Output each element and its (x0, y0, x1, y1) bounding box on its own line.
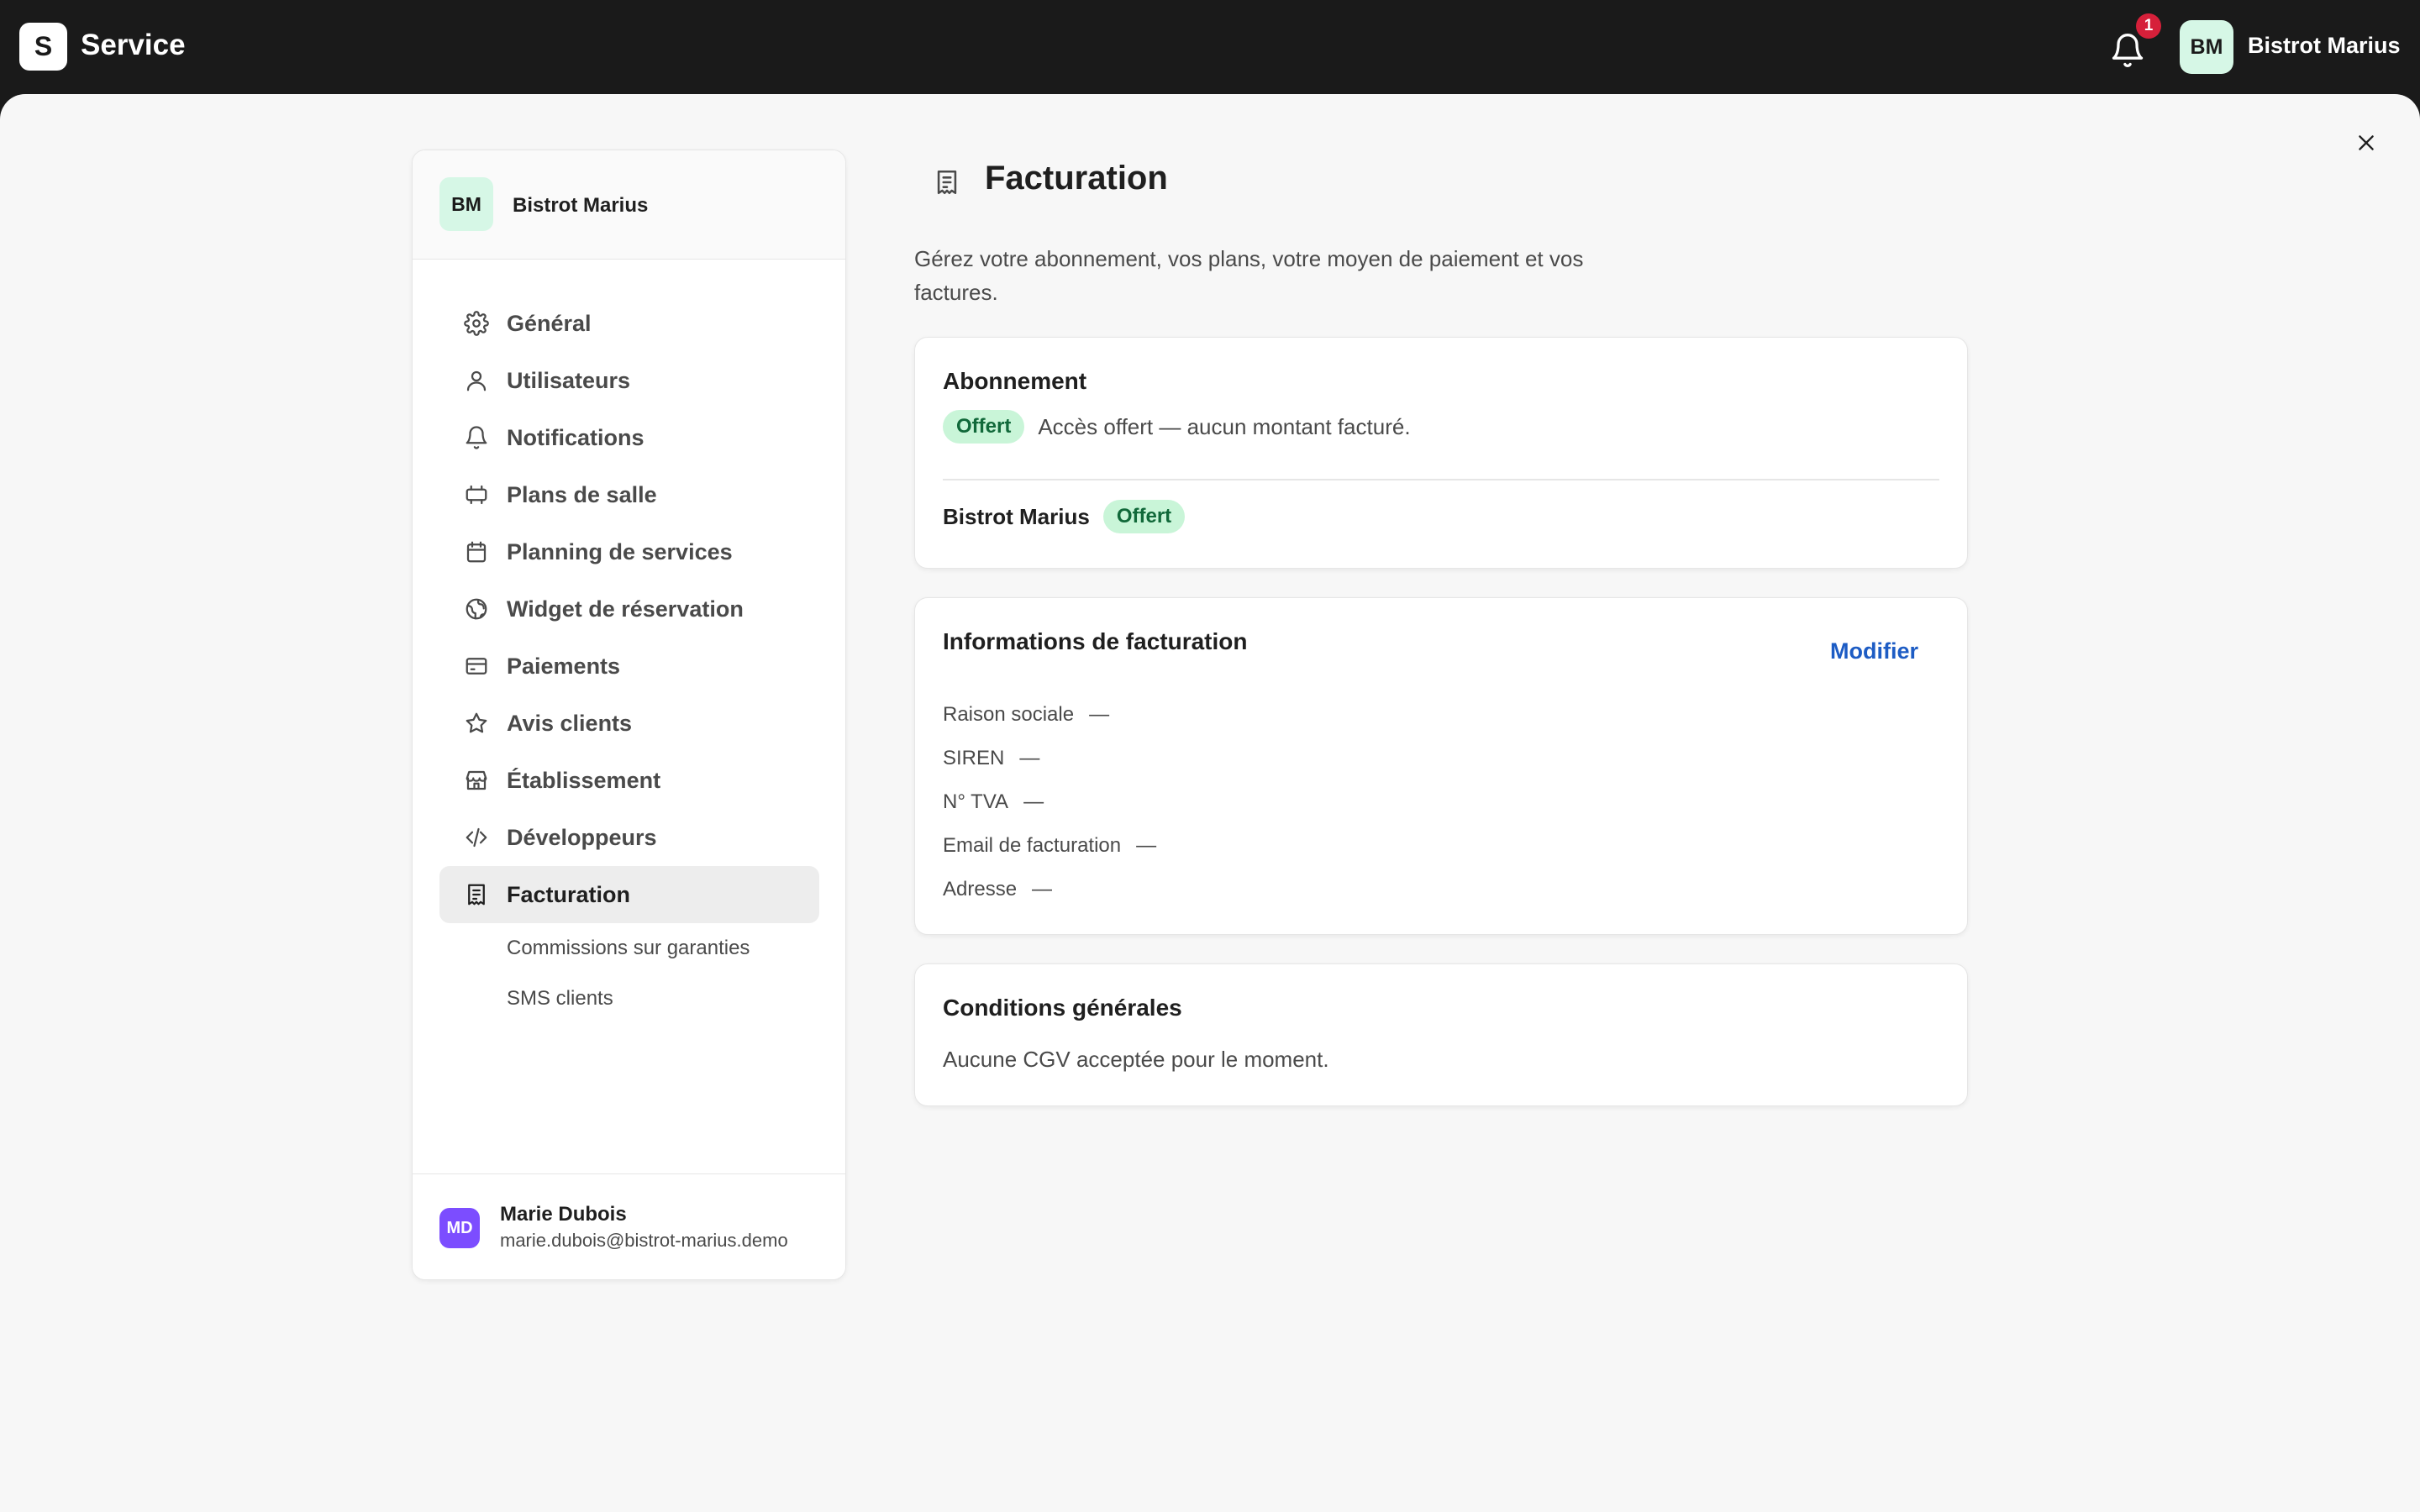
billing-info-card: Informations de facturation Modifier Rai… (914, 597, 1968, 935)
sidebar-item-label: Plans de salle (507, 481, 657, 507)
gear-icon (463, 310, 490, 337)
info-label: Adresse (943, 878, 1018, 900)
sidebar-item-payments[interactable]: Paiements (439, 638, 819, 695)
app-logo[interactable]: S (19, 23, 67, 71)
receipt-icon (463, 881, 490, 908)
sidebar-item-label: Établissement (507, 767, 661, 793)
settings-sidebar: BM Bistrot Marius Général Utilisateurs N… (412, 150, 846, 1280)
sidebar-header: BM Bistrot Marius (413, 150, 845, 260)
globe-icon (463, 596, 490, 622)
card-title: Abonnement (943, 368, 1087, 394)
receipt-icon (933, 168, 963, 198)
card-title: Conditions générales (943, 995, 1182, 1021)
user-name: Marie Dubois (500, 1203, 627, 1226)
info-label: Raison sociale (943, 703, 1075, 726)
sidebar-item-reviews[interactable]: Avis clients (439, 695, 819, 752)
terms-card: Conditions générales Aucune CGV acceptée… (914, 963, 1968, 1106)
card-title: Informations de facturation (943, 628, 1248, 654)
calendar-icon (463, 538, 490, 565)
sidebar-item-billing[interactable]: Facturation (439, 866, 819, 923)
info-row-address: Adresse — (943, 878, 1052, 901)
subscription-status: Offert Accès offert — aucun montant fact… (943, 410, 1411, 444)
app-name: Service (81, 29, 186, 61)
sidebar-subitem-label: Commissions sur garanties (507, 937, 750, 959)
sidebar-item-label: Utilisateurs (507, 367, 631, 393)
sidebar-item-label: Développeurs (507, 824, 657, 850)
table-icon (463, 481, 490, 508)
sidebar-item-users[interactable]: Utilisateurs (439, 352, 819, 409)
sidebar-item-booking-widget[interactable]: Widget de réservation (439, 580, 819, 638)
info-row-billing-email: Email de facturation — (943, 834, 1156, 858)
user-icon (463, 367, 490, 394)
sidebar-item-service-planning[interactable]: Planning de services (439, 523, 819, 580)
sidebar-subitem-sms[interactable]: SMS clients (439, 974, 819, 1024)
status-badge: Offert (943, 410, 1025, 444)
terms-text: Aucune CGV acceptée pour le moment. (943, 1047, 1329, 1072)
info-value: — (1136, 834, 1157, 857)
sidebar-subitem-label: SMS clients (507, 987, 613, 1010)
info-label: Email de facturation (943, 834, 1122, 857)
close-button[interactable] (2351, 128, 2381, 158)
user-avatar: MD (439, 1208, 480, 1248)
info-value: — (1023, 790, 1044, 813)
account-name[interactable]: Bistrot Marius (2248, 33, 2401, 59)
top-bar: S Service 1 BM Bistrot Marius (0, 0, 2420, 94)
page-title: Facturation (985, 160, 1168, 197)
info-value: — (1019, 747, 1040, 769)
sidebar-item-label: Facturation (507, 881, 631, 907)
divider (943, 479, 1939, 480)
org-avatar: BM (439, 177, 493, 231)
subscription-text: Accès offert — aucun montant facturé. (1038, 413, 1411, 439)
credit-card-icon (463, 653, 490, 680)
venue-name: Bistrot Marius (943, 503, 1090, 529)
sidebar-item-label: Avis clients (507, 710, 633, 736)
star-icon (463, 710, 490, 737)
sidebar-nav: Général Utilisateurs Notifications Plans… (439, 295, 819, 1024)
venue-row: Bistrot Marius Offert (943, 500, 1186, 533)
bell-icon (463, 424, 490, 451)
sidebar-item-label: Planning de services (507, 538, 733, 564)
info-row-siren: SIREN — (943, 747, 1039, 770)
info-label: SIREN (943, 747, 1005, 769)
account-avatar[interactable]: BM (2180, 20, 2233, 74)
edit-billing-button[interactable]: Modifier (1830, 638, 1918, 664)
sidebar-item-label: Général (507, 310, 592, 336)
user-email: marie.dubois@bistrot-marius.demo (500, 1230, 788, 1251)
notification-count-badge: 1 (2136, 13, 2161, 39)
store-icon (463, 767, 490, 794)
sidebar-item-establishment[interactable]: Établissement (439, 752, 819, 809)
page-description: Gérez votre abonnement, vos plans, votre… (914, 246, 1584, 305)
sidebar-item-floor-plans[interactable]: Plans de salle (439, 466, 819, 523)
sidebar-footer[interactable]: MD Marie Dubois marie.dubois@bistrot-mar… (413, 1173, 845, 1279)
settings-modal: BM Bistrot Marius Général Utilisateurs N… (0, 94, 2420, 1512)
sidebar-item-label: Widget de réservation (507, 596, 744, 622)
info-row-vat: N° TVA — (943, 790, 1044, 814)
subscription-card: Abonnement Offert Accès offert — aucun m… (914, 337, 1968, 569)
org-name: Bistrot Marius (513, 194, 649, 217)
sidebar-subitem-guarantee-commissions[interactable]: Commissions sur garanties (439, 923, 819, 974)
sidebar-item-label: Paiements (507, 653, 621, 679)
sidebar-item-general[interactable]: Général (439, 295, 819, 352)
code-icon (463, 824, 490, 851)
status-badge: Offert (1102, 500, 1186, 533)
info-value: — (1032, 878, 1053, 900)
info-label: N° TVA (943, 790, 1009, 813)
sidebar-item-notifications[interactable]: Notifications (439, 409, 819, 466)
sidebar-item-developers[interactable]: Développeurs (439, 809, 819, 866)
info-row-company-name: Raison sociale — (943, 703, 1109, 727)
close-icon (2359, 135, 2374, 150)
info-value: — (1089, 703, 1110, 726)
notifications-bell-icon[interactable] (2109, 32, 2146, 69)
sidebar-item-label: Notifications (507, 424, 644, 450)
